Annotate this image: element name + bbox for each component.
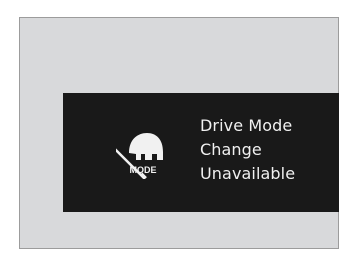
- message-line-2: Change: [200, 140, 262, 159]
- message-text: Drive Mode Change Unavailable: [200, 114, 295, 186]
- message-line-3: Unavailable: [200, 164, 296, 183]
- drive-mode-unavailable-icon: MODE: [116, 125, 170, 179]
- drive-mode-message-box: MODE Drive Mode Change Unavailable: [63, 93, 339, 212]
- mode-icon-text: MODE: [130, 165, 157, 175]
- message-line-1: Drive Mode: [200, 116, 293, 135]
- display-panel: MODE Drive Mode Change Unavailable: [19, 17, 339, 249]
